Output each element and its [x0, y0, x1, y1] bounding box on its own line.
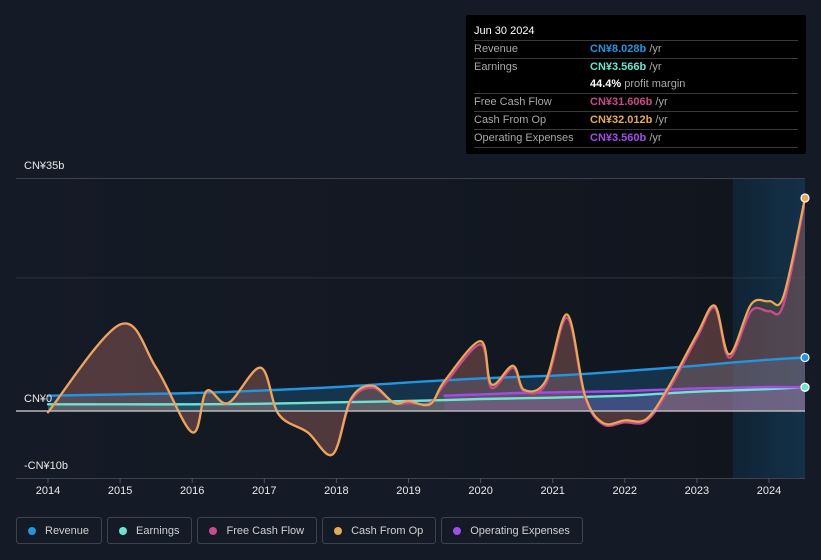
tooltip-unit: /yr — [646, 43, 662, 55]
x-tick-label: 2018 — [324, 485, 349, 497]
legend-item-earnings[interactable]: Earnings — [107, 517, 193, 544]
legend-label: Operating Expenses — [470, 524, 570, 537]
legend-item-revenue[interactable]: Revenue — [16, 517, 103, 544]
tooltip-unit: /yr — [652, 96, 668, 108]
revenue-end-marker — [800, 352, 810, 363]
cash-from-op-dot-icon — [334, 526, 343, 535]
x-tick-label: 2017 — [252, 485, 277, 497]
earnings-end-marker — [800, 382, 810, 392]
x-tick-label: 2020 — [468, 485, 493, 497]
x-tick-label: 2024 — [756, 485, 782, 497]
tooltip-row-operating-expenses: Operating Expenses CN¥3.560b /yr — [474, 130, 798, 148]
free-cash-flow-dot-icon — [209, 526, 218, 535]
tooltip-value: CN¥3.560b — [590, 132, 647, 144]
tooltip-row-revenue: Revenue CN¥8.028b /yr — [474, 41, 798, 59]
tooltip-row-cash-from-op: Cash From Op CN¥32.012b /yr — [474, 112, 798, 130]
tooltip-date: Jun 30 2024 — [474, 23, 798, 41]
tooltip-unit: /yr — [646, 61, 662, 73]
legend-label: Revenue — [45, 524, 90, 537]
tooltip-row-free-cash-flow: Free Cash Flow CN¥31.606b /yr — [474, 94, 798, 112]
operating-expenses-dot-icon — [453, 526, 462, 535]
x-tick-label: 2019 — [396, 485, 421, 497]
tooltip-label: Revenue — [474, 43, 519, 55]
legend-item-free-cash-flow[interactable]: Free Cash Flow — [197, 517, 318, 544]
tooltip-value: CN¥32.012b — [590, 114, 653, 126]
tooltip-unit: /yr — [652, 114, 668, 126]
cash-from-op-end-marker — [800, 193, 810, 203]
data-tooltip: Jun 30 2024 Revenue CN¥8.028b /yr Earnin… — [466, 15, 806, 154]
x-tick-label: 2022 — [612, 485, 638, 497]
tooltip-value: CN¥8.028b — [590, 43, 647, 55]
x-tick-label: 2021 — [540, 485, 565, 497]
x-tick-label: 2014 — [35, 485, 61, 497]
x-tick-label: 2023 — [684, 485, 710, 497]
tooltip-row-profit-margin: 44.4% profit margin — [474, 76, 798, 94]
revenue-dot-icon — [28, 526, 36, 535]
tooltip-unit: profit margin — [621, 78, 686, 90]
tooltip-value: CN¥31.606b — [590, 96, 653, 108]
legend-label: Earnings — [136, 524, 180, 537]
tooltip-label: Earnings — [474, 61, 518, 73]
y-tick-label: CN¥35b — [24, 160, 65, 172]
tooltip-label: Operating Expenses — [474, 132, 574, 144]
legend-item-cash-from-op[interactable]: Cash From Op — [322, 517, 437, 544]
y-tick-label: CN¥0 — [24, 393, 53, 405]
tooltip-label: Cash From Op — [474, 114, 547, 126]
tooltip-label — [474, 76, 590, 93]
tooltip-value: 44.4% — [590, 78, 622, 90]
tooltip-row-earnings: Earnings CN¥3.566b /yr — [474, 59, 798, 76]
legend-label: Cash From Op — [351, 524, 424, 537]
earnings-dot-icon — [119, 526, 128, 535]
tooltip-unit: /yr — [646, 132, 662, 144]
x-tick-label: 2016 — [179, 485, 205, 497]
legend-label: Free Cash Flow — [226, 524, 305, 537]
x-tick-label: 2015 — [107, 485, 133, 497]
legend-item-operating-expenses[interactable]: Operating Expenses — [441, 517, 583, 544]
tooltip-label: Free Cash Flow — [474, 96, 552, 108]
chart-legend: Revenue Earnings Free Cash Flow Cash Fro… — [16, 517, 583, 544]
y-tick-label: -CN¥10b — [24, 460, 69, 472]
tooltip-value: CN¥3.566b — [590, 61, 647, 73]
